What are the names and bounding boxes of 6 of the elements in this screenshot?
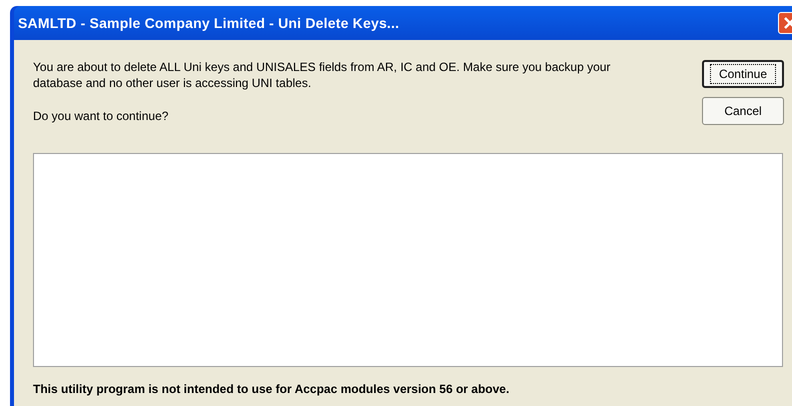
question-text: Do you want to continue? <box>33 108 170 125</box>
warning-message: You are about to delete ALL Uni keys and UNISALES fields from AR, IC and OE. Make sure you backup your database and no other user is accessing UNI tables. <box>33 59 612 91</box>
footer-note: This utility program is not intended to use for Accpac modules version 56 or above. <box>33 381 510 398</box>
window-title: SAMLTD - Sample Company Limited - Uni Delete Keys... <box>18 14 400 33</box>
dialog-button[interactable]: Continue <box>702 60 784 88</box>
dialog-button[interactable]: Cancel <box>702 97 784 125</box>
